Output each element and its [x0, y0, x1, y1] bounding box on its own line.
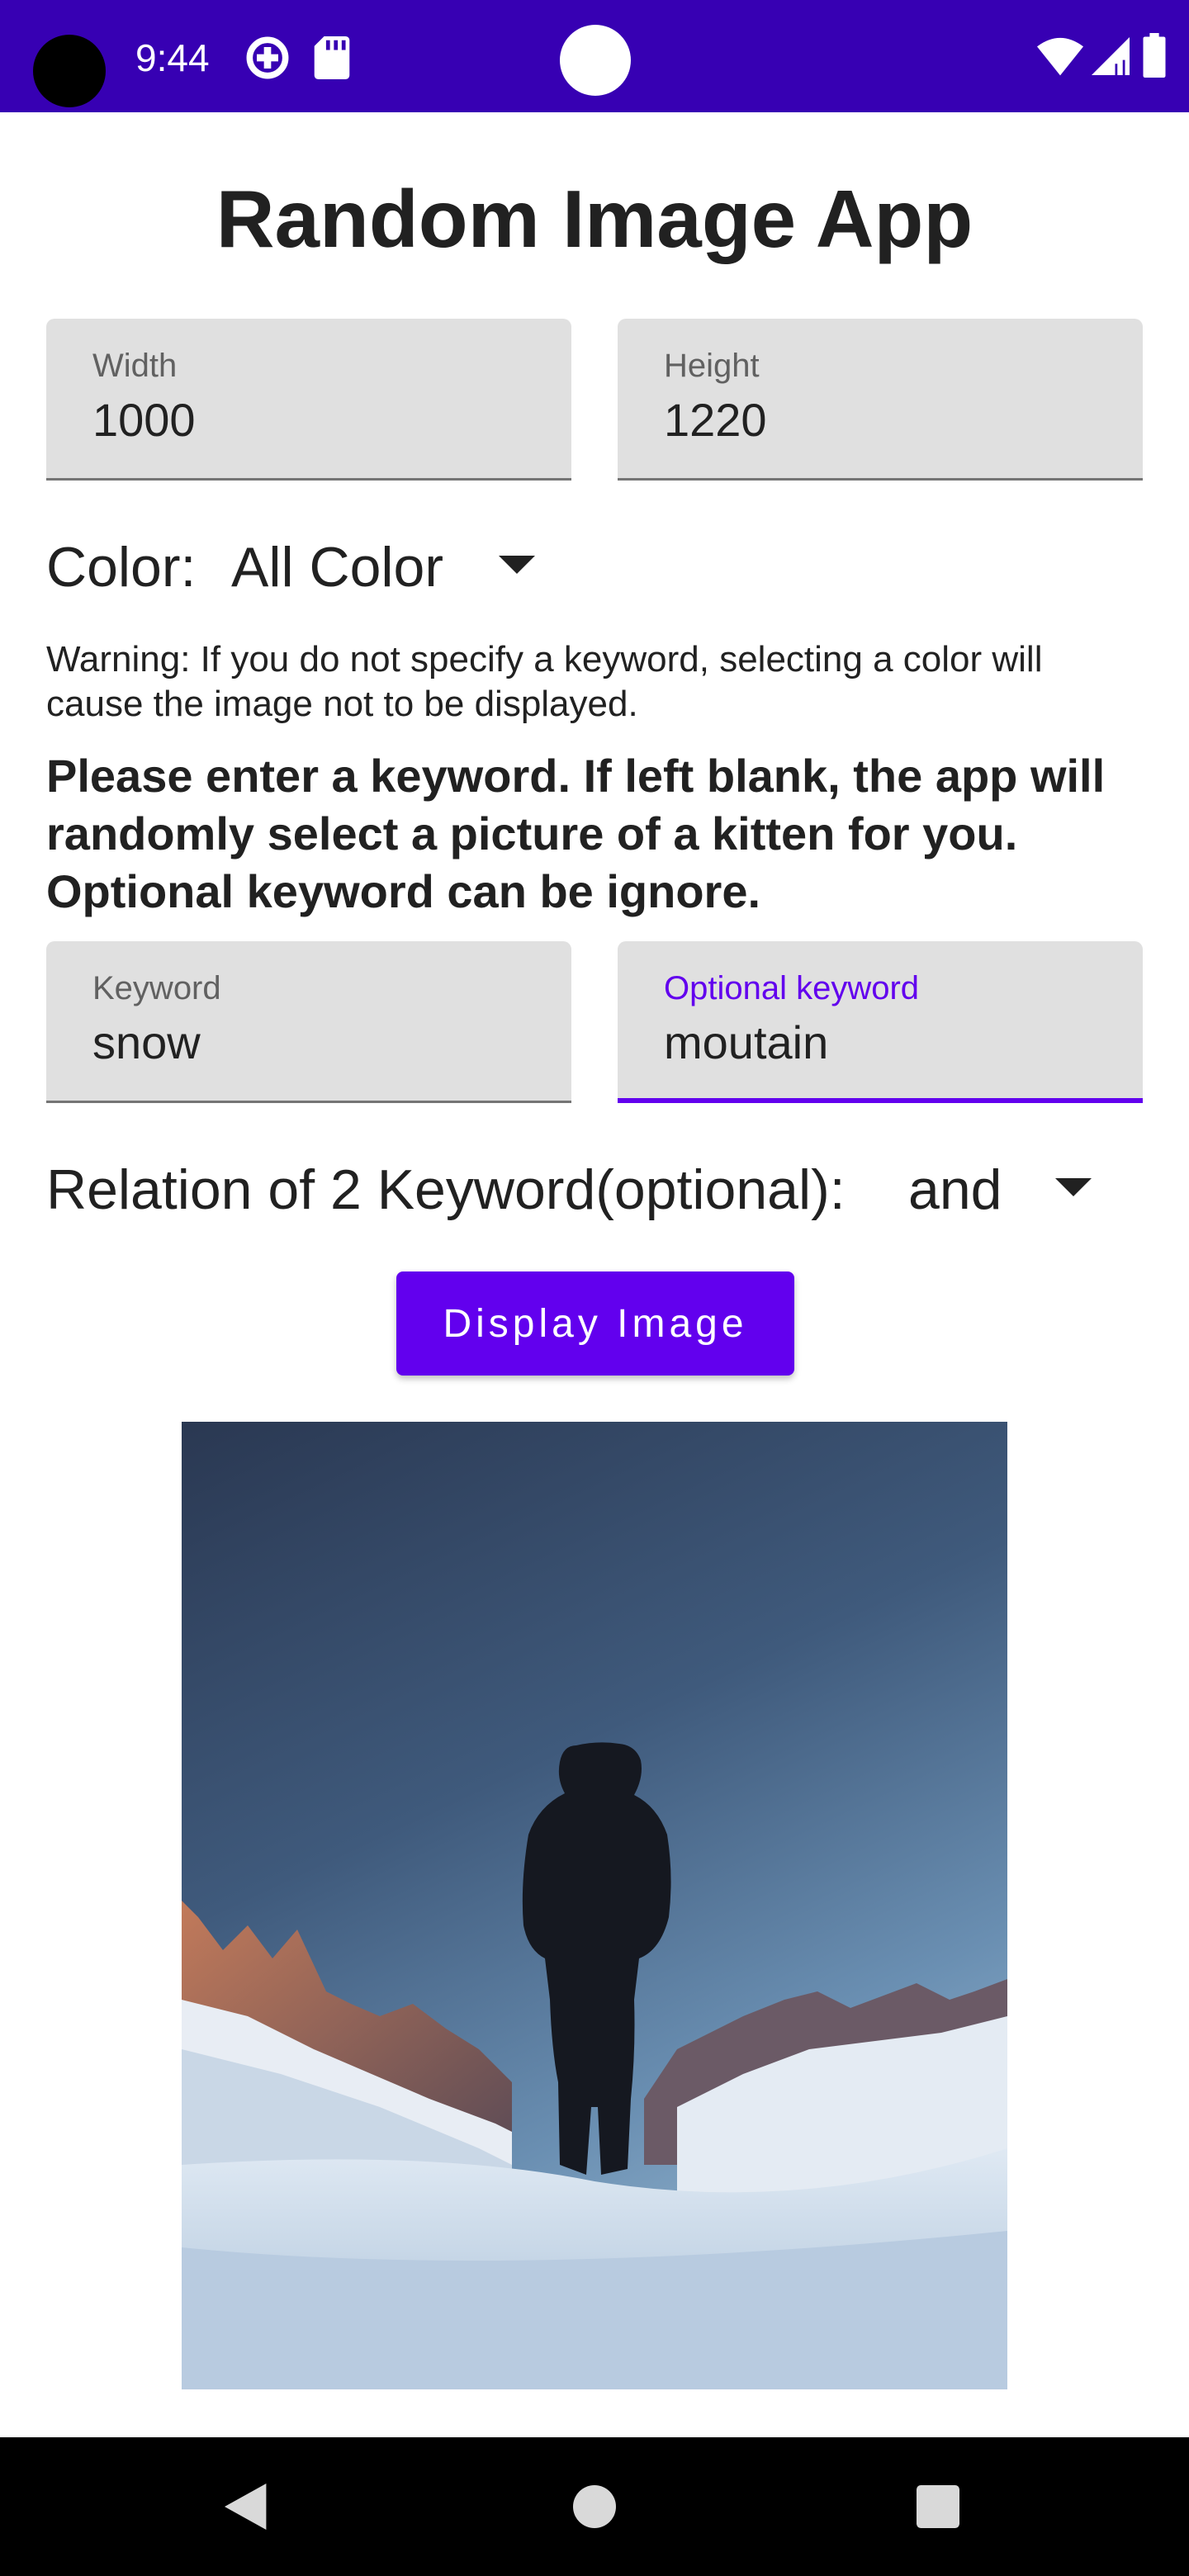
- result-image: [182, 1422, 1007, 2389]
- home-icon[interactable]: [573, 2485, 616, 2528]
- keyword-field-label: Keyword: [92, 970, 221, 1006]
- height-field-label: Height: [664, 348, 760, 384]
- chevron-down-icon: [499, 556, 535, 574]
- optional-keyword-field-label: Optional keyword: [664, 970, 920, 1006]
- center-notification-dot: [560, 25, 631, 96]
- sd-card-icon: [314, 36, 350, 79]
- optional-keyword-field[interactable]: Optional keyword moutain: [618, 941, 1143, 1103]
- relation-dropdown[interactable]: and: [900, 1143, 1115, 1235]
- app-title: Random Image App: [216, 173, 973, 264]
- data-saver-icon: [246, 36, 289, 79]
- navigation-bar: [0, 2437, 1189, 2576]
- optional-keyword-field-value[interactable]: moutain: [664, 1014, 828, 1072]
- status-time: 9:44: [135, 36, 210, 79]
- warning-text: Warning: If you do not specify a keyword…: [46, 639, 1043, 724]
- cellular-signal-icon: [1092, 37, 1130, 75]
- width-field[interactable]: Width 1000: [46, 319, 571, 481]
- chevron-down-icon: [1055, 1178, 1092, 1196]
- relation-selected-value: and: [908, 1158, 1002, 1221]
- width-field-label: Width: [92, 348, 178, 384]
- height-field-value[interactable]: 1220: [664, 391, 767, 449]
- width-field-value[interactable]: 1000: [92, 391, 196, 449]
- height-field[interactable]: Height 1220: [618, 319, 1143, 481]
- wifi-icon: [1037, 37, 1083, 76]
- color-label: Color:: [46, 536, 197, 599]
- status-bar: 9:44: [0, 0, 1189, 112]
- battery-icon: [1143, 33, 1166, 78]
- display-image-button[interactable]: Display Image: [396, 1271, 794, 1376]
- keyword-field-value[interactable]: snow: [92, 1014, 201, 1072]
- instruction-text: Please enter a keyword. If left blank, t…: [46, 750, 1106, 917]
- color-dropdown[interactable]: All Color: [223, 520, 553, 613]
- relation-label: Relation of 2 Keyword(optional):: [46, 1158, 846, 1221]
- camera-hole: [33, 35, 106, 107]
- back-icon[interactable]: [225, 2484, 271, 2530]
- recents-icon[interactable]: [917, 2485, 959, 2528]
- keyword-field[interactable]: Keyword snow: [46, 941, 571, 1103]
- color-selected-value: All Color: [231, 536, 443, 599]
